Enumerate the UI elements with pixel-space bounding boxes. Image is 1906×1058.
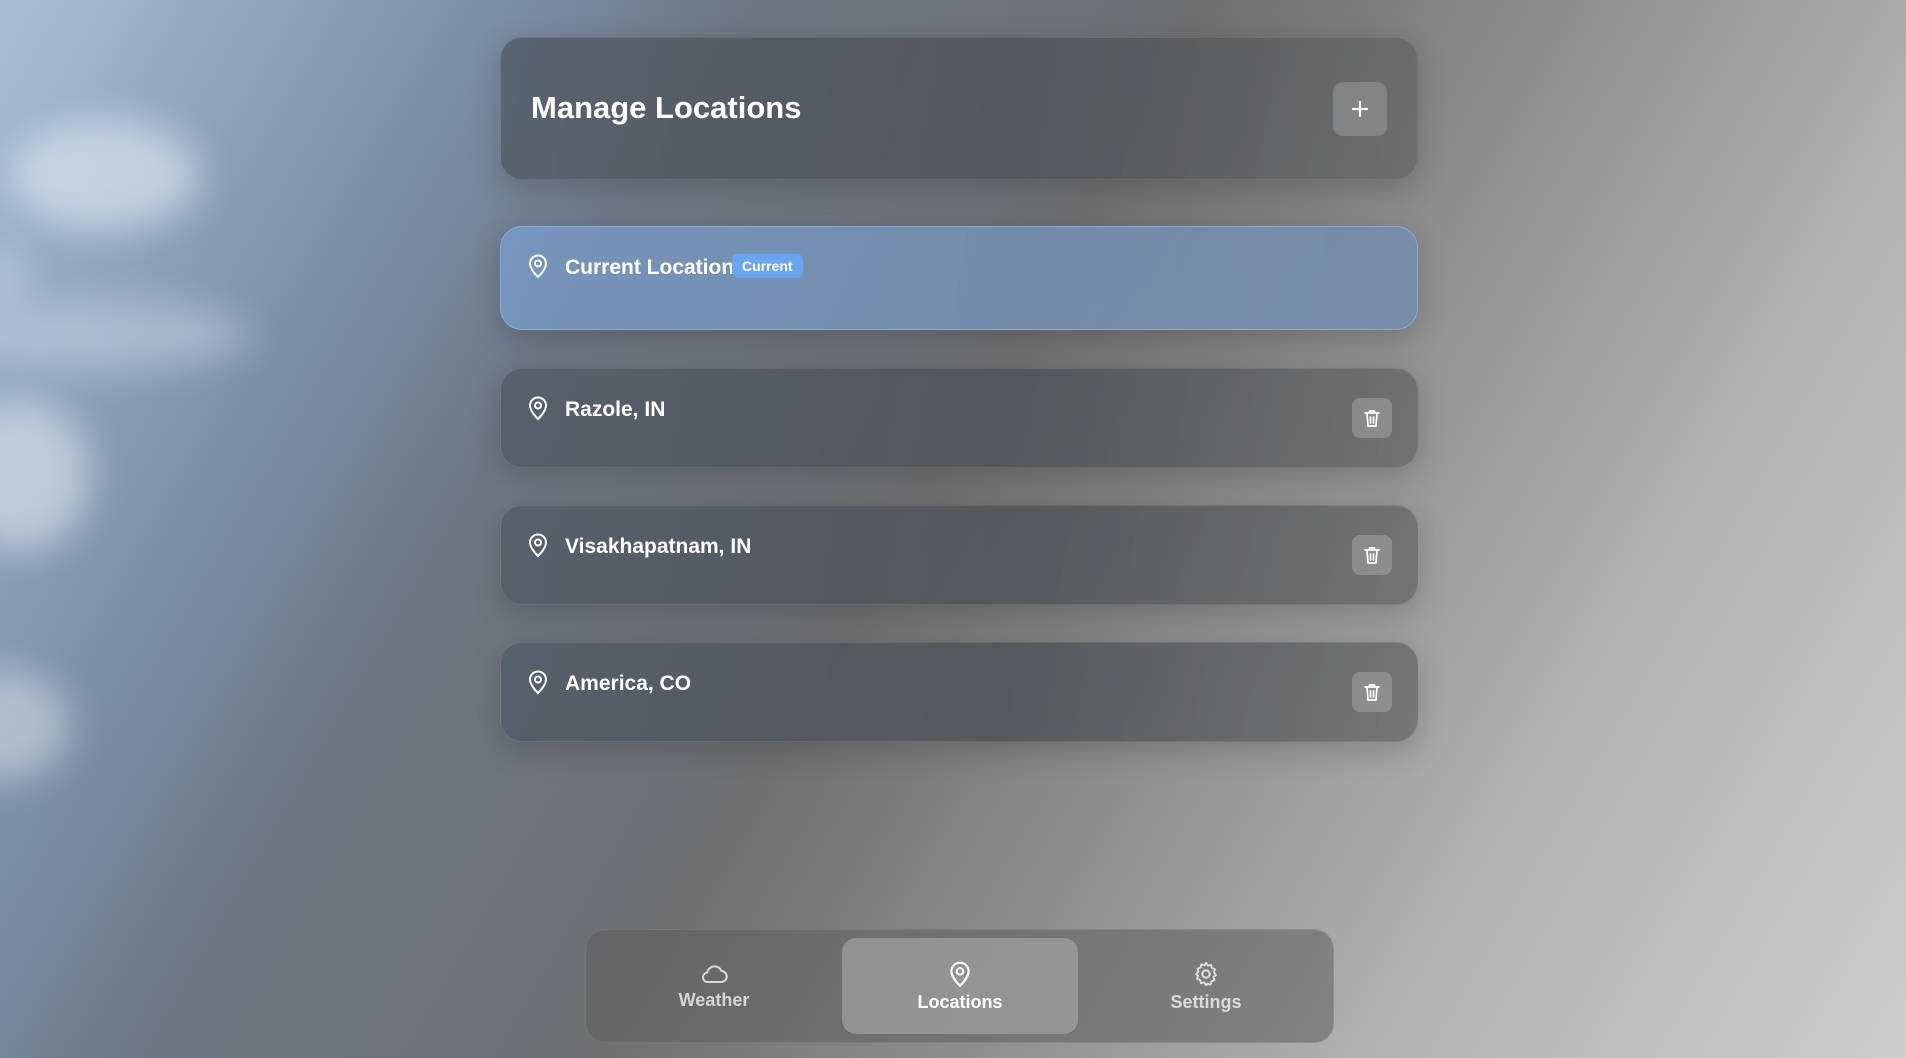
delete-location-button[interactable] — [1352, 398, 1392, 438]
background-cloud — [10, 120, 200, 230]
plus-icon — [1351, 100, 1369, 118]
delete-location-button[interactable] — [1352, 672, 1392, 712]
trash-icon — [1364, 410, 1380, 427]
background-cloud — [0, 250, 30, 310]
manage-locations-header: Manage Locations — [500, 37, 1418, 180]
current-badge: Current — [732, 254, 803, 278]
location-name: Current Location — [565, 256, 735, 279]
trash-icon — [1364, 684, 1380, 701]
location-card[interactable]: Razole, IN — [500, 368, 1418, 468]
location-name: America, CO — [565, 672, 692, 695]
location-name: Visakhapatnam, IN — [565, 535, 752, 558]
nav-item-locations[interactable]: Locations — [842, 938, 1078, 1034]
nav-label: Settings — [1170, 991, 1242, 1012]
gear-icon — [1195, 961, 1217, 986]
bottom-navigation: Weather Locations Settings — [585, 929, 1334, 1043]
trash-icon — [1364, 547, 1380, 564]
add-location-button[interactable] — [1333, 82, 1387, 136]
background-cloud — [0, 300, 250, 370]
location-card[interactable]: Visakhapatnam, IN — [500, 505, 1418, 605]
background-cloud — [0, 670, 70, 780]
map-pin-icon — [950, 961, 970, 987]
map-pin-icon — [528, 396, 548, 421]
nav-label: Weather — [678, 989, 750, 1010]
nav-label: Locations — [917, 991, 1003, 1012]
location-card-current[interactable]: Current Location Current — [500, 226, 1418, 330]
background-cloud — [0, 400, 90, 550]
nav-item-settings[interactable]: Settings — [1088, 938, 1324, 1034]
location-name: Razole, IN — [565, 398, 666, 421]
map-pin-icon — [528, 670, 548, 695]
cloud-icon — [701, 964, 728, 983]
location-card[interactable]: America, CO — [500, 642, 1418, 742]
map-pin-icon — [528, 533, 548, 558]
nav-item-weather[interactable]: Weather — [596, 938, 832, 1034]
delete-location-button[interactable] — [1352, 535, 1392, 575]
map-pin-icon — [528, 254, 548, 279]
page-title: Manage Locations — [531, 90, 802, 125]
